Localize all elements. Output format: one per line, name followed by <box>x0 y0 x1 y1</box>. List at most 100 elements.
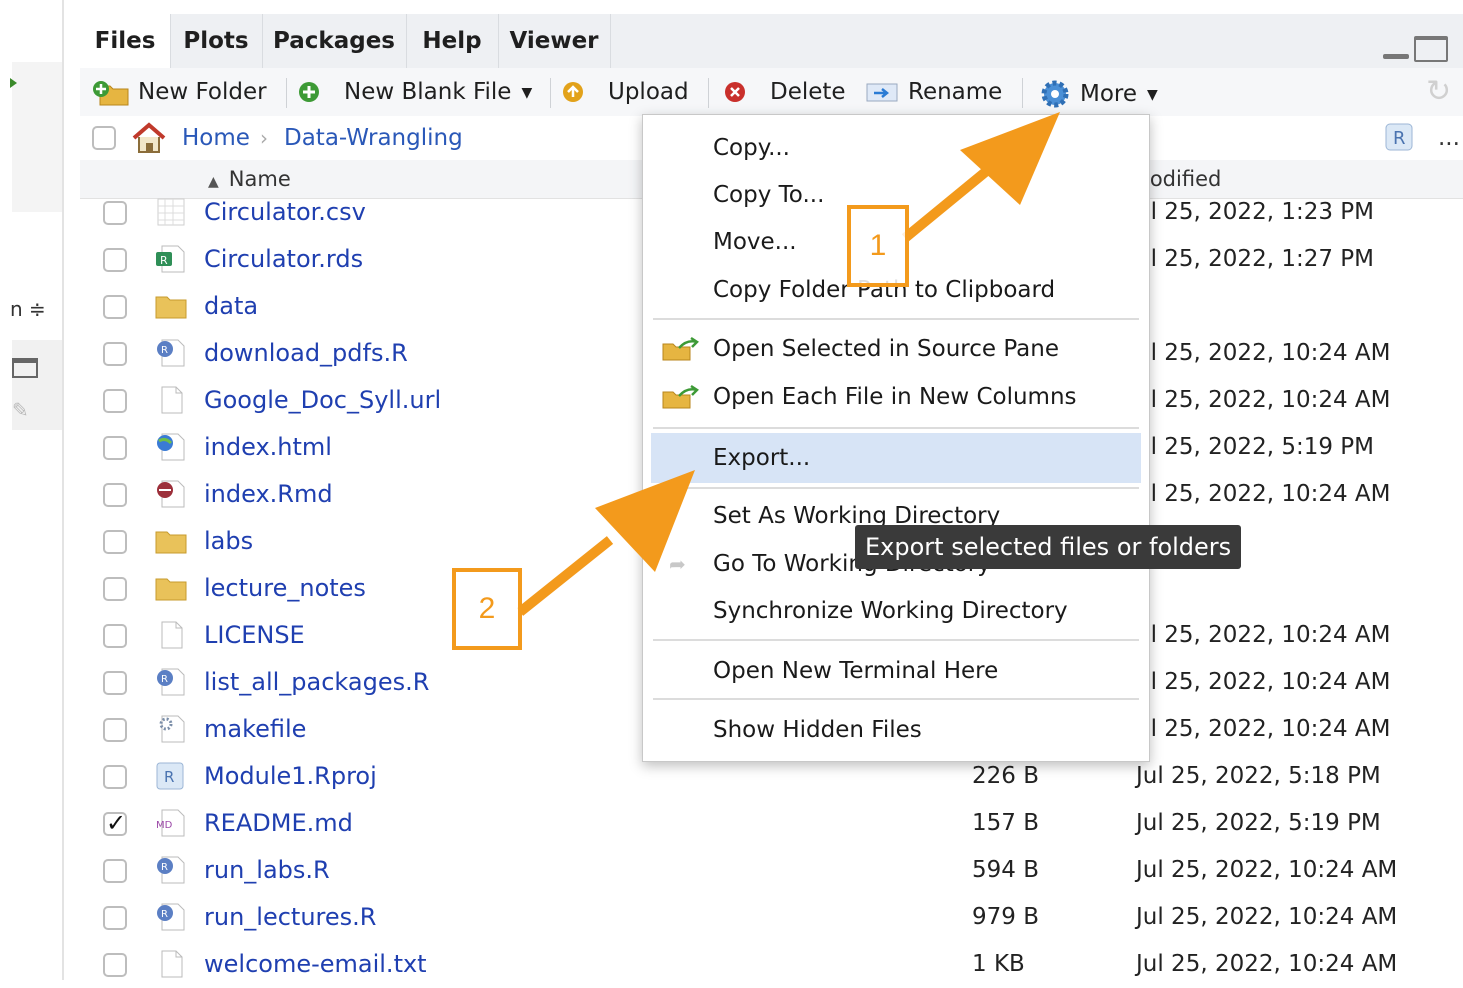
tab-files[interactable]: Files <box>80 14 171 68</box>
table-row[interactable]: Rrun_lectures.R 979 B Jul 25, 2022, 10:24 … <box>80 894 1463 941</box>
menu-item-copy[interactable]: Copy... <box>643 125 1149 171</box>
file-modified: ul 25, 2022, 10:24 AM <box>1136 669 1391 695</box>
svg-text:R: R <box>161 674 168 685</box>
table-row[interactable]: Rrun_labs.R 594 B Jul 25, 2022, 10:24 AM <box>80 847 1463 894</box>
file-name-link[interactable]: Module1.Rproj <box>204 753 377 800</box>
menu-item-open-terminal[interactable]: Open New Terminal Here <box>643 648 1149 694</box>
file-modified: ul 25, 2022, 10:24 AM <box>1136 481 1391 507</box>
row-checkbox[interactable] <box>103 859 127 883</box>
chevron-down-icon: ▼ <box>521 84 533 101</box>
file-name-link[interactable]: run_labs.R <box>204 847 330 894</box>
row-checkbox[interactable] <box>103 718 127 742</box>
file-name-link[interactable]: lecture_notes <box>204 565 366 612</box>
home-icon[interactable] <box>130 121 168 155</box>
r-script-icon: R <box>154 338 188 368</box>
file-name-link[interactable]: index.html <box>204 424 332 471</box>
new-blank-file-button[interactable]: New Blank File ▼ <box>298 68 532 116</box>
window-icon[interactable] <box>12 358 38 378</box>
select-all-checkbox[interactable] <box>92 126 116 150</box>
new-blank-file-label: New Blank File <box>344 79 512 105</box>
chevron-down-icon: ▼ <box>1147 86 1158 103</box>
callout-2: 2 <box>452 568 522 650</box>
menu-item-open-in-source-pane[interactable]: Open Selected in Source Pane <box>643 326 1149 372</box>
file-name-link[interactable]: index.Rmd <box>204 471 333 518</box>
file-modified: ul 25, 2022, 10:24 AM <box>1136 716 1391 742</box>
row-checkbox[interactable] <box>103 248 127 272</box>
folder-icon <box>154 573 188 603</box>
file-size: 979 B <box>972 904 1039 930</box>
row-checkbox[interactable] <box>103 765 127 789</box>
delete-icon <box>725 82 745 102</box>
file-name-link[interactable]: Google_Doc_Syll.url <box>204 377 441 424</box>
svg-text:R: R <box>164 768 174 786</box>
file-name-link[interactable]: run_lectures.R <box>204 894 376 941</box>
file-name-link[interactable]: makefile <box>204 706 306 753</box>
row-checkbox[interactable] <box>103 906 127 930</box>
refresh-icon[interactable]: ↻ <box>1426 68 1451 116</box>
table-row[interactable]: welcome-email.txt 1 KB Jul 25, 2022, 10:24… <box>80 941 1463 988</box>
broom-icon[interactable]: ✎ <box>12 398 29 422</box>
delete-button[interactable]: Delete <box>724 68 846 116</box>
row-checkbox[interactable] <box>103 671 127 695</box>
minimize-pane-icon[interactable] <box>1383 54 1409 59</box>
row-checkbox[interactable] <box>103 342 127 366</box>
file-modified: ul 25, 2022, 10:24 AM <box>1136 387 1391 413</box>
gear-icon <box>1041 80 1069 108</box>
menu-item-open-new-columns[interactable]: Open Each File in New Columns <box>643 374 1149 420</box>
file-name-link[interactable]: data <box>204 283 258 330</box>
tab-viewer[interactable]: Viewer <box>498 14 611 68</box>
row-checkbox[interactable] <box>103 436 127 460</box>
table-row[interactable]: MD README.md 157 B Jul 25, 2022, 5:19 PM <box>80 800 1463 847</box>
menu-item-export[interactable]: Export... <box>651 433 1141 483</box>
upload-button[interactable]: Upload <box>562 68 689 116</box>
adjacent-sort-label[interactable]: n ≑ <box>10 297 46 321</box>
file-name-link[interactable]: download_pdfs.R <box>204 330 408 377</box>
breadcrumb-current-folder[interactable]: Data-Wrangling <box>284 116 463 160</box>
folder-icon <box>154 291 188 321</box>
file-name-link[interactable]: LICENSE <box>204 612 305 659</box>
menu-item-show-hidden-files[interactable]: Show Hidden Files <box>643 707 1149 753</box>
export-tooltip: Export selected files or folders <box>855 525 1242 569</box>
pane-divider[interactable] <box>62 0 64 980</box>
tab-help[interactable]: Help <box>406 14 499 68</box>
gear-file-icon <box>154 714 188 744</box>
row-checkbox[interactable] <box>103 389 127 413</box>
row-checkbox[interactable] <box>103 295 127 319</box>
maximize-pane-icon[interactable] <box>1414 36 1448 62</box>
r-script-icon: R <box>154 902 188 932</box>
tab-packages[interactable]: Packages <box>262 14 407 68</box>
delete-label: Delete <box>770 79 846 105</box>
row-checkbox[interactable] <box>103 201 127 225</box>
row-checkbox[interactable] <box>103 577 127 601</box>
tab-plots[interactable]: Plots <box>170 14 263 68</box>
rename-button[interactable]: Rename <box>866 68 1002 116</box>
file-name-link[interactable]: README.md <box>204 800 353 847</box>
file-name-link[interactable]: list_all_packages.R <box>204 659 429 706</box>
menu-item-synchronize-working-directory[interactable]: Synchronize Working Directory <box>643 588 1149 634</box>
play-arrow-icon[interactable] <box>10 78 17 88</box>
file-name-link[interactable]: labs <box>204 518 253 565</box>
new-folder-label: New Folder <box>138 79 267 105</box>
file-name-link[interactable]: welcome-email.txt <box>204 941 427 988</box>
menu-separator <box>653 698 1139 700</box>
row-checkbox[interactable] <box>103 953 127 977</box>
menu-separator <box>653 487 1139 489</box>
open-folder-icon <box>662 384 699 409</box>
toolbar-divider <box>550 78 551 108</box>
row-checkbox[interactable] <box>103 624 127 648</box>
more-button[interactable]: More ▼ <box>1040 70 1158 118</box>
rds-file-icon: R <box>154 244 188 274</box>
file-name-link[interactable]: Circulator.csv <box>204 189 366 236</box>
rproj-icon[interactable]: R <box>1384 122 1414 152</box>
csv-file-icon <box>154 197 188 227</box>
upload-label: Upload <box>608 79 689 105</box>
row-checkbox[interactable] <box>103 483 127 507</box>
breadcrumb-home[interactable]: Home <box>182 116 250 160</box>
file-modified: Jul 25, 2022, 5:19 PM <box>1136 810 1381 836</box>
new-folder-button[interactable]: New Folder <box>92 68 267 116</box>
file-name-link[interactable]: Circulator.rds <box>204 236 363 283</box>
row-checkbox[interactable] <box>103 809 127 837</box>
r-script-icon: R <box>154 855 188 885</box>
breadcrumb-overflow-button[interactable]: ... <box>1438 116 1460 160</box>
row-checkbox[interactable] <box>103 530 127 554</box>
